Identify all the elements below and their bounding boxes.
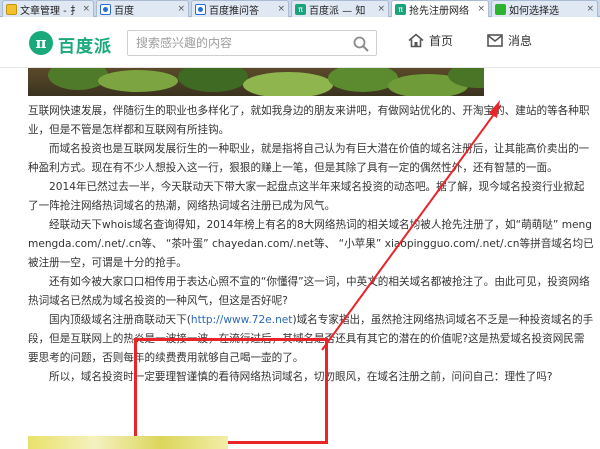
next-image-partial bbox=[28, 436, 228, 449]
annotation-arrow-icon bbox=[321, 100, 501, 351]
